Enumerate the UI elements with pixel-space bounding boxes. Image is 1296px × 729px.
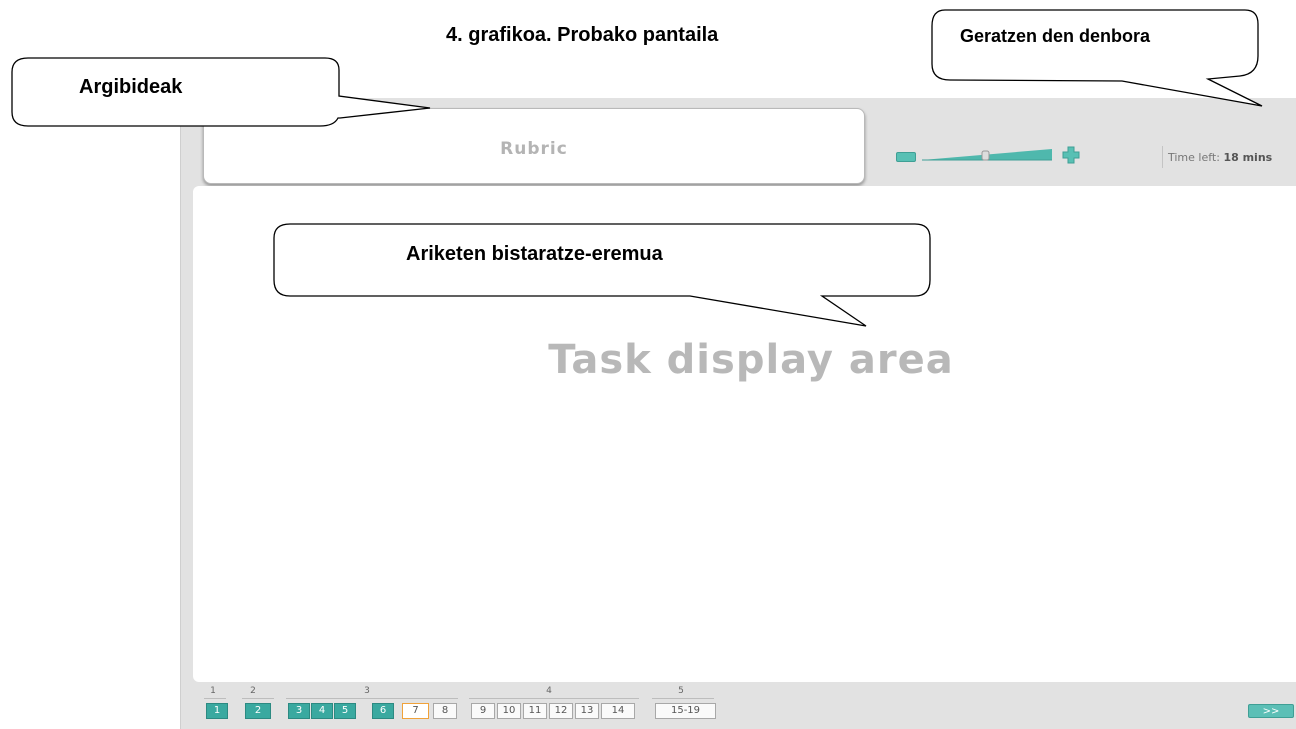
nav-group-divider xyxy=(469,698,639,699)
next-button[interactable]: >> xyxy=(1248,704,1294,718)
nav-question-button[interactable]: 12 xyxy=(549,703,573,719)
nav-question-button[interactable]: 14 xyxy=(601,703,635,719)
nav-question-button[interactable]: 4 xyxy=(311,703,333,719)
nav-question-button[interactable]: 1 xyxy=(206,703,228,719)
nav-group-divider xyxy=(286,698,458,699)
callout-instructions: Argibideak xyxy=(79,76,183,98)
nav-question-button[interactable]: 5 xyxy=(334,703,356,719)
nav-question-button[interactable]: 10 xyxy=(497,703,521,719)
callout-task-area: Ariketen bistaratze-eremua xyxy=(406,243,663,265)
figure-caption: 4. grafikoa. Probako pantaila xyxy=(446,24,719,46)
nav-question-button[interactable]: 13 xyxy=(575,703,599,719)
nav-group-divider xyxy=(242,698,274,699)
nav-question-button[interactable]: 11 xyxy=(523,703,547,719)
callout-time-balloon xyxy=(931,9,1263,107)
nav-question-button[interactable]: 6 xyxy=(372,703,394,719)
nav-group-divider xyxy=(204,698,226,699)
callout-task-balloon xyxy=(273,223,931,327)
callout-instructions-balloon xyxy=(11,57,431,127)
nav-question-button-current[interactable]: 7 xyxy=(402,703,429,719)
nav-group-label: 5 xyxy=(678,686,684,696)
nav-group-label: 1 xyxy=(210,686,216,696)
nav-question-button[interactable]: 15-19 xyxy=(655,703,716,719)
nav-question-button[interactable]: 8 xyxy=(433,703,457,719)
callout-time-left: Geratzen den denbora xyxy=(960,26,1151,46)
nav-question-button[interactable]: 3 xyxy=(288,703,310,719)
nav-question-button[interactable]: 9 xyxy=(471,703,495,719)
nav-question-button[interactable]: 2 xyxy=(245,703,271,719)
nav-group-label: 2 xyxy=(250,686,256,696)
nav-group-label: 3 xyxy=(364,686,370,696)
nav-group-label: 4 xyxy=(546,686,552,696)
nav-group-divider xyxy=(652,698,714,699)
callout-balloons xyxy=(11,9,1263,327)
